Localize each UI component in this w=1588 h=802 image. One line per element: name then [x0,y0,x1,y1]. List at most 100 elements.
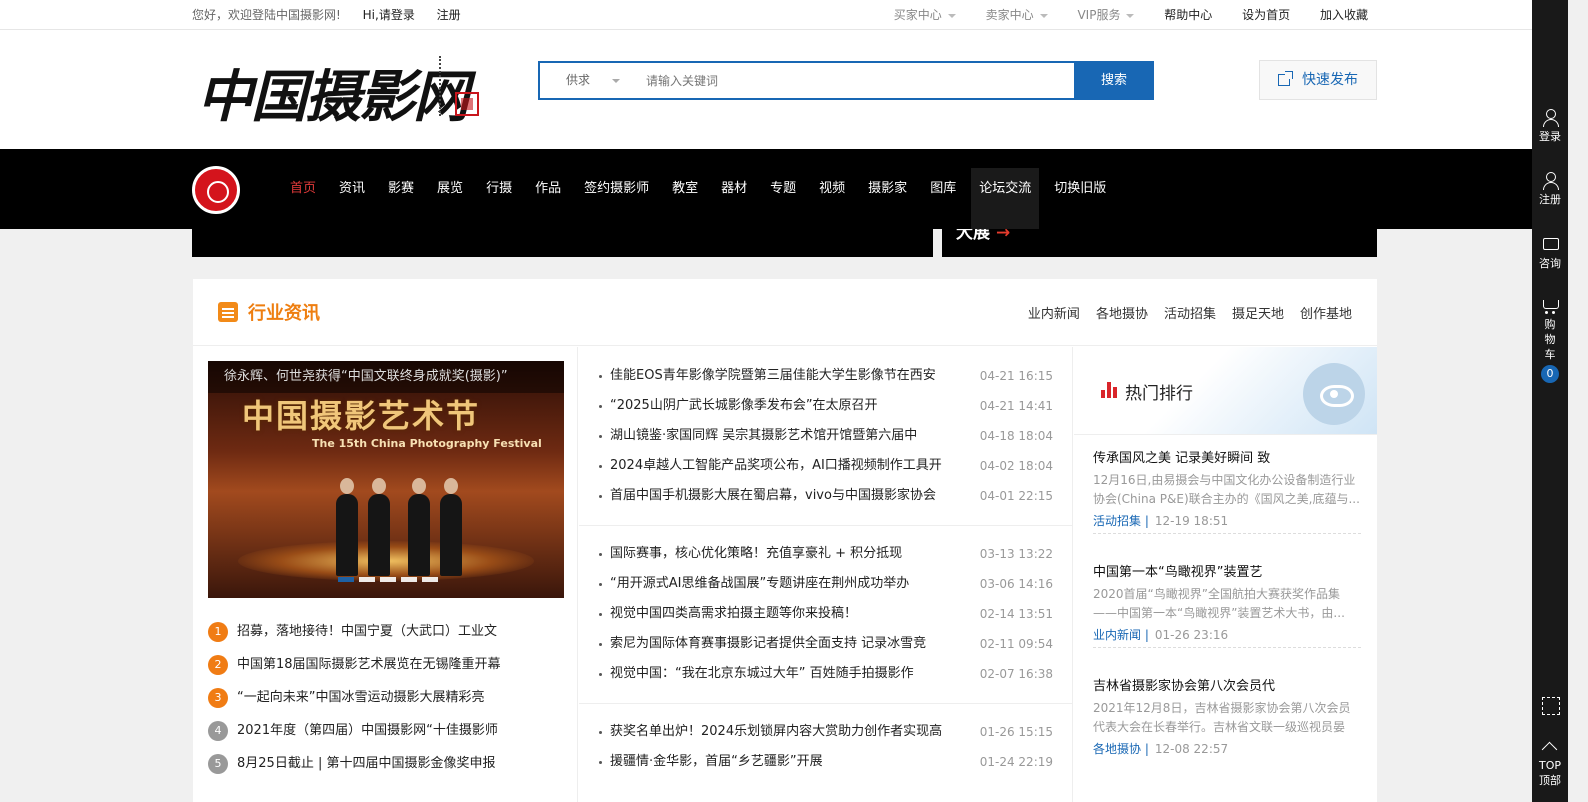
news-item-title: 首届中国手机摄影大展在蜀启幕，vivo与中国摄影家协会 [610,488,936,503]
carousel-dot[interactable] [359,577,375,582]
sidebar-fullscreen[interactable] [1532,696,1568,716]
rank-number: 3 [208,687,228,708]
hot-article-tag[interactable]: 活动招集 | [1093,514,1149,528]
add-bookmark-link[interactable]: 加入收藏 [1320,8,1368,22]
news-item[interactable]: “2025山阴广武长城影像季发布会”在太原召开 04-21 14:41 [579,391,1073,421]
hot-article[interactable]: 中国第一本“鸟瞰视界”装置艺 2020首届“鸟瞰视界”全国航拍大赛获奖作品集——中… [1093,561,1361,648]
news-item[interactable]: 获奖名单出炉！2024乐划锁屏内容大赏助力创作者实现高 01-26 15:15 [579,717,1073,747]
ranked-item-text: 招募，落地接待！中国宁夏（大武口）工业文 [237,624,498,639]
sidebar-login[interactable]: 登录 [1532,108,1568,144]
nav-item[interactable]: 教室 [664,168,706,229]
sidebar-register[interactable]: 注册 [1532,171,1568,207]
news-item[interactable]: 视觉中国四类高需求拍摄主题等你来投稿！ 02-14 13:51 [579,599,1073,629]
rank-number: 5 [208,753,228,774]
quick-publish-button[interactable]: 快速发布 [1259,60,1377,100]
carousel-dot[interactable] [380,577,396,582]
news-item[interactable]: 佳能EOS青年影像学院暨第三届佳能大学生影像节在西安 04-21 16:15 [579,361,1073,391]
carousel-dot[interactable] [401,577,417,582]
right-sidebar: 登录 注册 咨询 购 物 车 0 TOP 顶部 [1532,0,1568,802]
set-homepage-link[interactable]: 设为首页 [1242,8,1290,22]
hot-article[interactable]: 传承国风之美 记录美好瞬间 致 12月16日,由易摄会与中国文化办公设备制造行业协… [1093,447,1361,534]
nav-item[interactable]: 切换旧版 [1046,168,1114,229]
news-tab[interactable]: 业内新闻 [1028,303,1080,322]
nav-item[interactable]: 首页 [282,168,324,229]
ranked-item[interactable]: 5 8月25日截止 | 第十四届中国摄影金像奖申报 [208,747,568,780]
news-item[interactable]: 首届中国手机摄影大展在蜀启幕，vivo与中国摄影家协会 04-01 22:15 [579,481,1073,511]
hot-article-tag[interactable]: 业内新闻 | [1093,628,1149,642]
ranked-item[interactable]: 2 中国第18届国际摄影艺术展览在无锡隆重开幕 [208,648,568,681]
nav-item[interactable]: 专题 [762,168,804,229]
ranked-item-text: 8月25日截止 | 第十四届中国摄影金像奖申报 [237,756,496,771]
help-center-link[interactable]: 帮助中心 [1164,8,1212,22]
search-input[interactable] [644,63,1064,98]
nav-item[interactable]: 视频 [811,168,853,229]
sidebar-consult-label: 咨询 [1539,257,1561,270]
news-item-title: 湖山镜鉴·家国同辉 吴宗其摄影艺术馆开馆暨第六届中 [610,428,918,443]
nav-item[interactable]: 摄影家 [860,168,915,229]
hot-ranking-column: 热门排行 传承国风之美 记录美好瞬间 致 12月16日,由易摄会与中国文化办公设备… [1074,347,1377,802]
news-tab[interactable]: 活动招集 [1164,303,1216,322]
news-item[interactable]: 援疆情·金华影，首届“乡艺疆影”开展 01-24 22:19 [579,747,1073,777]
nav-item[interactable]: 作品 [527,168,569,229]
nav-item[interactable]: 器材 [713,168,755,229]
hot-article-date: 12-08 22:57 [1154,742,1229,756]
sidebar-top-cn-label: 顶部 [1539,774,1561,787]
nav-item[interactable]: 行摄 [478,168,520,229]
hot-article-tag[interactable]: 各地摄协 | [1093,742,1149,756]
rank-number: 4 [208,720,228,741]
external-link-icon [1278,71,1293,86]
news-item-date: 04-18 18:04 [979,429,1053,443]
nav-item[interactable]: 图库 [922,168,964,229]
featured-image[interactable]: 中国摄影艺术节 The 15th China Photography Festi… [208,361,564,598]
ranked-item[interactable]: 4 2021年度（第四届）中国摄影网“十佳摄影师 [208,714,568,747]
search-button[interactable]: 搜索 [1074,61,1154,100]
nav-item[interactable]: 签约摄影师 [576,168,657,229]
user-add-icon [1541,171,1559,190]
sidebar-back-to-top[interactable]: TOP 顶部 [1532,738,1568,788]
person-figure [440,478,462,576]
news-item[interactable]: 湖山镜鉴·家国同辉 吴宗其摄影艺术馆开馆暨第六届中 04-18 18:04 [579,421,1073,451]
news-tab[interactable]: 摄足天地 [1232,303,1284,322]
sidebar-consult[interactable]: 咨询 [1532,235,1568,271]
news-tab[interactable]: 创作基地 [1300,303,1352,322]
news-tab[interactable]: 各地摄协 [1096,303,1148,322]
search-category-select[interactable]: 供求 [540,63,634,98]
ranked-item[interactable]: 3 “一起向未来”中国冰雪运动摄影大展精彩亮 [208,681,568,714]
news-item-title: “用开源式AI思维备战国展”专题讲座在荆州成功举办 [610,576,910,591]
nav-item[interactable]: 资讯 [331,168,373,229]
seller-center-menu[interactable]: 卖家中心 [986,8,1048,22]
ranked-item-text: 中国第18届国际摄影艺术展览在无锡隆重开幕 [237,657,501,672]
featured-caption[interactable]: 徐永辉、何世尧获得“中国文联终身成就奖(摄影)” [208,361,564,393]
image-title: 中国摄影艺术节 [242,397,481,435]
nav-item[interactable]: 影赛 [380,168,422,229]
hot-article-desc: 2021年12月8日，吉林省摄影家协会第八次会员代表大会在长春举行。吉林省文联一… [1093,701,1351,734]
news-item[interactable]: “用开源式AI思维备战国展”专题讲座在荆州成功举办 03-06 14:16 [579,569,1073,599]
vip-service-menu[interactable]: VIP服务 [1077,8,1134,22]
register-link[interactable]: 注册 [437,8,461,22]
carousel-dot[interactable] [338,577,354,582]
emblem-logo-icon[interactable] [192,166,240,214]
carousel-dot[interactable] [422,577,438,582]
site-logo[interactable]: 中国摄影网 [197,50,487,130]
featured-column: 中国摄影艺术节 The 15th China Photography Festi… [193,347,578,802]
news-item[interactable]: 索尼为国际体育赛事摄影记者提供全面支持 记录冰雪竞 02-11 09:54 [579,629,1073,659]
ranked-item[interactable]: 1 招募，落地接待！中国宁夏（大武口）工业文 [208,615,568,648]
login-link[interactable]: Hi,请登录 [363,8,415,22]
news-item-date: 02-11 09:54 [979,637,1053,651]
sidebar-cart[interactable]: 购 物 车 0 [1532,297,1568,383]
nav-item[interactable]: 展览 [429,168,471,229]
hot-article[interactable]: 吉林省摄影家协会第八次会员代 2021年12月8日，吉林省摄影家协会第八次会员代表… [1093,675,1361,761]
news-item-title: 援疆情·金华影，首届“乡艺疆影”开展 [610,754,823,769]
news-item[interactable]: 2024卓越人工智能产品奖项公布，AI口播视频制作工具开 04-02 18:04 [579,451,1073,481]
news-item[interactable]: 国际赛事，核心优化策略！充值享豪礼 + 积分抵现 03-13 13:22 [579,539,1073,569]
site-header: 中国摄影网 供求 搜索 快速发布 [0,30,1532,149]
news-item-date: 02-07 16:38 [979,667,1053,681]
banner-left[interactable] [192,229,933,257]
buyer-center-menu[interactable]: 买家中心 [894,8,956,22]
rank-number: 2 [208,654,228,675]
news-item[interactable]: 视觉中国：“我在北京东城过大年” 百姓随手拍摄影作 02-07 16:38 [579,659,1073,689]
top-bar: 您好，欢迎登陆中国摄影网! Hi,请登录 注册 买家中心 卖家中心 VIP服务 … [0,0,1532,30]
news-item-date: 04-21 14:41 [979,399,1053,413]
nav-item[interactable]: 论坛交流 [971,168,1040,229]
banner-right[interactable]: 大展 → [942,229,1377,257]
